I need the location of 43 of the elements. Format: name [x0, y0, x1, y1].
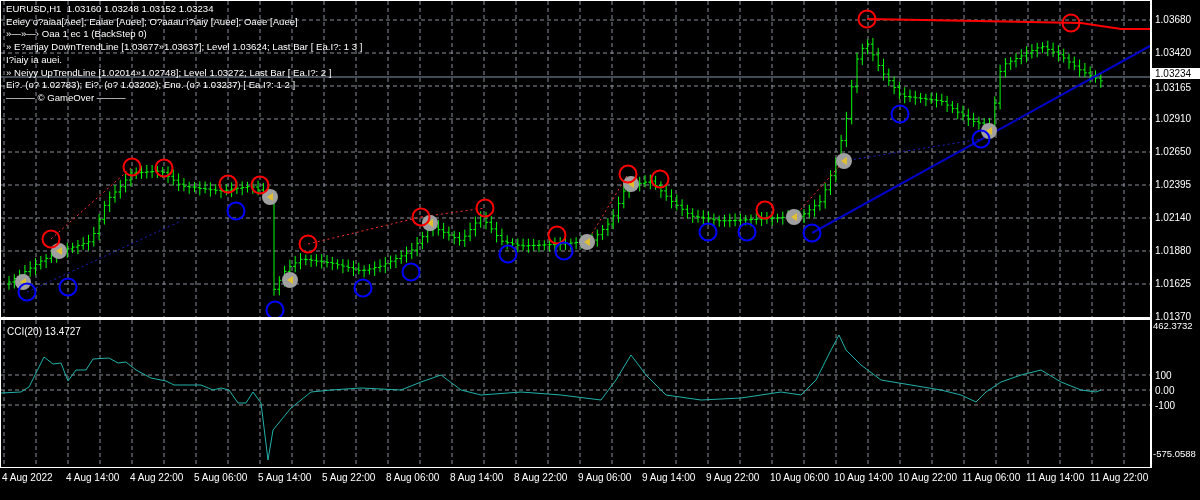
time-label: 10 Aug 06:00: [770, 471, 830, 485]
time-label: 9 Aug 22:00: [706, 471, 761, 485]
price-label: 1.03420: [1155, 47, 1192, 59]
time-label: 5 Aug 22:00: [322, 471, 377, 485]
info-line: » E?anjay DownTrendLine [1.03677»1.03637]; Level 1.03624; Last Bar [ Ea.I?: 1 3 ]: [6, 41, 363, 54]
time-label: 4 Aug 2022: [2, 471, 54, 485]
current-price-label: 1.03234: [1152, 68, 1200, 79]
price-label: 1.03165: [1155, 82, 1192, 94]
time-label: 5 Aug 06:00: [194, 471, 249, 485]
time-label: 11 Aug 22:00: [1090, 471, 1150, 485]
chart-header: EURUSD,H1 1.03160 1.03248 1.03152 1.03234: [6, 3, 215, 16]
price-label: 1.02140: [1155, 212, 1192, 224]
time-label: 11 Aug 06:00: [962, 471, 1022, 485]
indicator-label: -100: [1155, 400, 1175, 412]
time-label: 4 Aug 14:00: [66, 471, 121, 485]
time-label: 8 Aug 06:00: [386, 471, 441, 485]
indicator-label: 0.00: [1155, 385, 1175, 397]
time-label: 8 Aug 14:00: [450, 471, 505, 485]
indicator-label: 100: [1155, 370, 1172, 382]
price-label: 1.02650: [1155, 146, 1192, 158]
time-label: 9 Aug 06:00: [578, 471, 633, 485]
info-line: ——— © GameOver ———: [6, 91, 127, 105]
price-label: 1.01625: [1155, 278, 1192, 290]
time-label: 10 Aug 22:00: [898, 471, 958, 485]
info-line: Ei?. (o? 1.02783); Ei?. (o? 1.03202); Eno. (o? 1.03237) [ Ea.I?: 1 2 ]: [6, 79, 297, 92]
info-line: I?iaiy ia auei.: [6, 53, 63, 67]
price-label: 1.03680: [1155, 14, 1192, 26]
time-label: 11 Aug 14:00: [1026, 471, 1086, 485]
price-label: 1.02395: [1155, 179, 1192, 191]
indicator-label: -575.0588: [1153, 448, 1196, 460]
info-line: Eeiey o?aiaa[Aee]; Eaiae [Auee]; O?aaau i?iaiy [Auee]; Oaee [Auee]: [6, 15, 299, 29]
price-label: 1.01880: [1155, 245, 1192, 257]
time-label: 9 Aug 14:00: [642, 471, 697, 485]
info-line: » Neiyy UpTrendLine [1.02014»1.02748]; Level 1.03272; Last Bar [ Ea.I?: 2 ]: [6, 66, 333, 80]
price-label: 1.01370: [1155, 311, 1192, 323]
info-line: »—»—› Oaa 1 ec 1 (BackStep 0): [6, 28, 148, 42]
time-label: 5 Aug 14:00: [258, 471, 313, 485]
time-label: 4 Aug 22:00: [130, 471, 185, 485]
price-label: 1.02910: [1155, 113, 1192, 125]
time-label: 8 Aug 22:00: [514, 471, 569, 485]
indicator-title: CCI(20) 13.4727: [7, 325, 81, 339]
time-label: 10 Aug 14:00: [834, 471, 894, 485]
indicator-label: 462.3732: [1153, 320, 1193, 332]
